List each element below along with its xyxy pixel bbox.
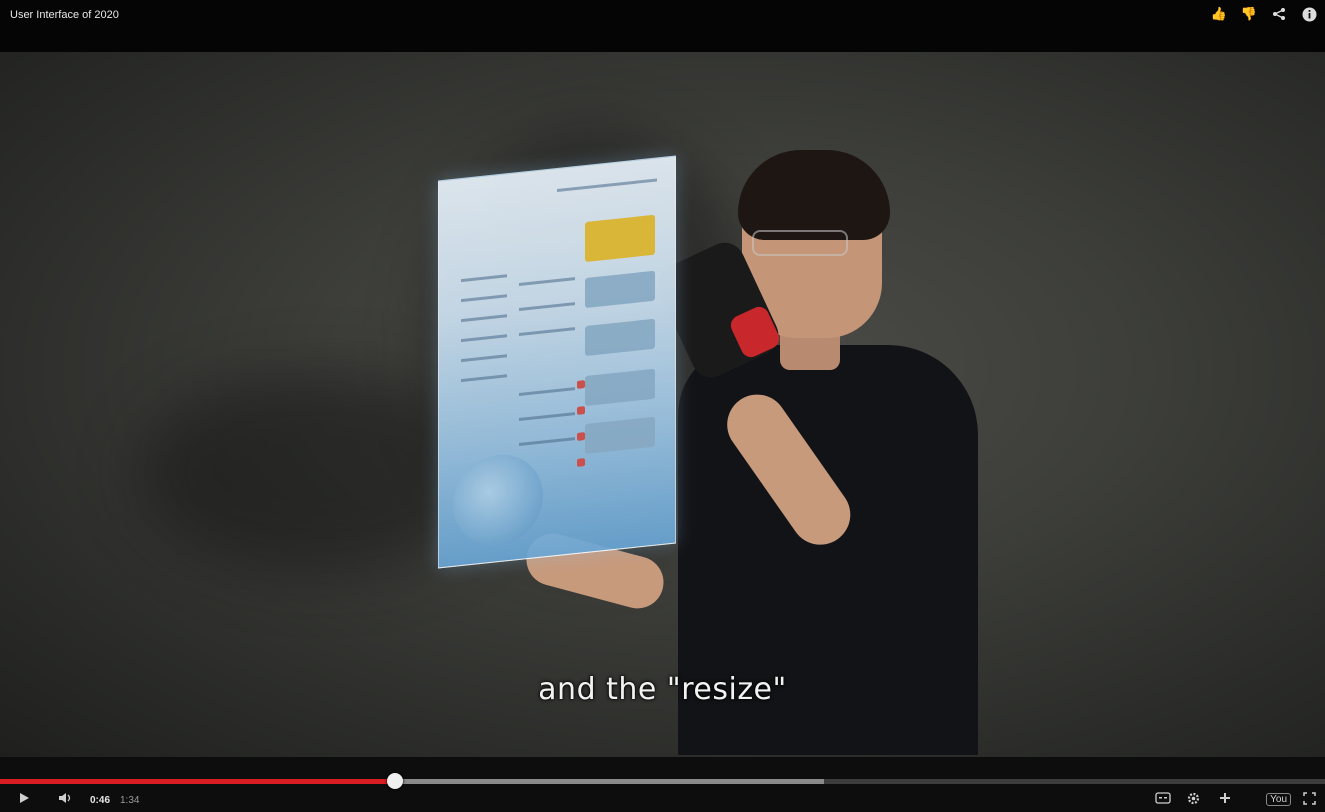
youtube-logo[interactable]: You [1266,793,1291,806]
holo-line [519,412,575,421]
holo-line [461,354,507,363]
holo-marker [577,458,585,467]
captions-icon[interactable] [1155,792,1171,808]
person-hair [738,150,890,240]
video-title[interactable]: User Interface of 2020 [10,9,119,21]
control-bar: 0:46 1:34 You [0,790,1325,812]
play-icon[interactable] [18,792,30,808]
holo-line [519,327,575,336]
player-controls: 0:46 1:34 You [0,757,1325,812]
holo-line [519,437,575,446]
settings-icon[interactable] [1187,792,1200,809]
holo-line [519,302,575,311]
holo-line [519,277,575,286]
current-time: 0:46 [90,795,111,806]
total-time: 1:34 [120,795,140,806]
info-icon[interactable] [1301,6,1317,22]
top-actions: 👍 👎 [1211,6,1317,22]
holo-marker [577,432,585,441]
progress-scrubber-handle[interactable] [386,773,403,789]
holo-line [557,178,657,192]
holographic-panel [438,155,676,569]
share-icon[interactable] [1271,6,1287,22]
holo-thumbnail [585,318,655,357]
subtitle-caption: and the "resize" [538,672,787,707]
watch-later-icon[interactable] [1219,792,1231,808]
holo-line [461,274,507,283]
video-title-bar: User Interface of 2020 👍 👎 [0,0,1325,52]
holo-highlight-tile [585,214,655,263]
volume-icon[interactable] [58,792,76,808]
holo-line [519,387,575,396]
thumbs-down-icon[interactable]: 👎 [1241,6,1257,22]
holo-globe [453,450,543,550]
fullscreen-icon[interactable] [1303,792,1316,809]
holo-thumbnail [585,270,655,309]
holo-marker [577,380,585,389]
holo-line [461,314,507,323]
thumbs-up-icon[interactable]: 👍 [1211,6,1227,22]
progress-played [0,779,395,784]
video-player-frame[interactable] [0,52,1325,757]
person-glasses [752,230,848,256]
holo-thumbnail [585,416,655,455]
holo-marker [577,406,585,415]
holo-thumbnail [585,368,655,407]
holo-line [461,294,507,303]
progress-bar[interactable] [0,773,1325,789]
holo-line [461,334,507,343]
holo-line [461,374,507,383]
